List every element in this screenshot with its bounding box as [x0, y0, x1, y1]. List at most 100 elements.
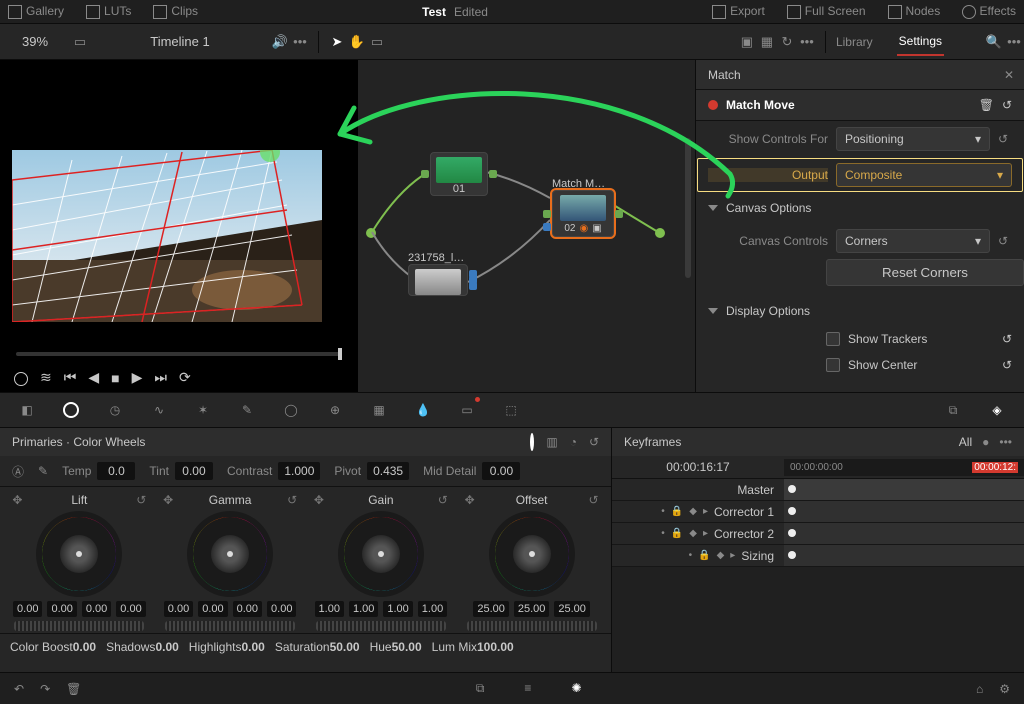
- graph-input-dot[interactable]: [366, 228, 376, 238]
- saturation-value[interactable]: 50.00: [330, 640, 360, 654]
- wheel-value[interactable]: 0.00: [47, 601, 76, 617]
- undo-icon[interactable]: ↶: [14, 682, 24, 696]
- wheel-value[interactable]: 0.00: [13, 601, 42, 617]
- play-button[interactable]: ▶: [132, 369, 143, 386]
- kf-options-icon[interactable]: •••: [999, 435, 1012, 449]
- bars-mode-icon[interactable]: ▥: [546, 435, 557, 449]
- show-center-reset-icon[interactable]: ↺: [1002, 358, 1012, 372]
- magic-mask-icon[interactable]: ▦: [368, 399, 390, 421]
- kf-chevron-icon[interactable]: ▸: [703, 528, 708, 539]
- keyframes-panel-icon[interactable]: ◈: [986, 399, 1008, 421]
- graph-output-dot[interactable]: [655, 228, 665, 238]
- layers-icon[interactable]: ≋: [40, 369, 52, 386]
- color-wheel[interactable]: [36, 511, 122, 597]
- lummix-value[interactable]: 100.00: [477, 640, 514, 654]
- kf-expand-icon[interactable]: •: [661, 528, 665, 539]
- blur-icon[interactable]: 💧: [412, 399, 434, 421]
- color-wheel[interactable]: [489, 511, 575, 597]
- canvas-controls-dropdown[interactable]: Corners▾: [836, 229, 990, 253]
- viewer-scrubber[interactable]: [16, 352, 342, 356]
- pointer-tool-icon[interactable]: ➤: [327, 32, 347, 52]
- tab-gallery[interactable]: Gallery: [8, 4, 64, 19]
- shadows-value[interactable]: 0.00: [155, 640, 178, 654]
- viewer-options-icon[interactable]: •••: [290, 32, 310, 52]
- wheel-reset-icon[interactable]: ↺: [438, 493, 448, 507]
- kf-ruler[interactable]: 00:00:00:0000:00:12:: [784, 459, 1024, 476]
- fx-bypass-icon[interactable]: [14, 369, 28, 385]
- tab-nodes[interactable]: Nodes: [888, 4, 941, 19]
- node-graph[interactable]: 01 Match M… 02 ◉ ▣ 231758_l…: [358, 60, 696, 392]
- hand-tool-icon[interactable]: ✋: [347, 32, 367, 52]
- ext-clip-node[interactable]: [408, 264, 468, 296]
- wheel-picker-icon[interactable]: ✥: [314, 493, 324, 507]
- node-01[interactable]: 01: [430, 152, 488, 196]
- viewer-zoom[interactable]: 39%: [0, 34, 70, 49]
- pick-white-icon[interactable]: ✎: [38, 464, 48, 478]
- wheel-picker-icon[interactable]: ✥: [163, 493, 173, 507]
- wheel-value[interactable]: 0.00: [267, 601, 296, 617]
- delete-icon[interactable]: 🗑: [66, 682, 81, 696]
- hdr-wheels-icon[interactable]: ◷: [104, 399, 126, 421]
- reset-corners-button[interactable]: Reset Corners: [826, 259, 1024, 286]
- wheel-value[interactable]: 1.00: [383, 601, 412, 617]
- show-controls-reset-icon[interactable]: ↺: [998, 132, 1012, 146]
- wheel-jog[interactable]: [467, 621, 597, 631]
- kf-diamond-icon[interactable]: ◆: [689, 506, 697, 517]
- kf-diamond-icon[interactable]: ◆: [689, 528, 697, 539]
- stop-button[interactable]: ■: [111, 370, 119, 386]
- tab-export[interactable]: Export: [712, 4, 765, 19]
- show-trackers-checkbox[interactable]: [826, 332, 840, 346]
- kf-track-master[interactable]: [784, 479, 1024, 500]
- canvas-controls-reset-icon[interactable]: ↺: [998, 234, 1012, 248]
- scopes-icon[interactable]: ⧉: [942, 399, 964, 421]
- step-back-button[interactable]: ◀: [88, 369, 99, 386]
- keyframes-filter-all[interactable]: All: [959, 435, 972, 449]
- auto-balance-icon[interactable]: Ⓐ: [12, 463, 24, 480]
- go-start-button[interactable]: ⏮: [64, 369, 77, 386]
- page-color-icon[interactable]: ✺: [571, 681, 581, 696]
- picture-icon[interactable]: ▣: [737, 32, 757, 52]
- kf-mode-dot-icon[interactable]: ●: [982, 435, 989, 449]
- node-options-icon[interactable]: •••: [797, 32, 817, 52]
- warper-icon[interactable]: ✶: [192, 399, 214, 421]
- wheel-value[interactable]: 1.00: [349, 601, 378, 617]
- kf-current-tc[interactable]: 00:00:16:17: [612, 456, 784, 478]
- delete-effect-icon[interactable]: 🗑: [979, 98, 994, 112]
- wheel-jog[interactable]: [316, 621, 446, 631]
- tab-library[interactable]: Library: [834, 29, 875, 55]
- pivot-value[interactable]: 0.435: [367, 462, 409, 480]
- display-options-header[interactable]: Display Options: [696, 296, 1024, 326]
- wheel-jog[interactable]: [165, 621, 295, 631]
- kf-chevron-icon[interactable]: ▸: [730, 550, 735, 561]
- layout-icon[interactable]: ▭: [367, 32, 387, 52]
- kf-chevron-icon[interactable]: ▸: [703, 506, 708, 517]
- hue-value[interactable]: 50.00: [392, 640, 422, 654]
- show-controls-dropdown[interactable]: Positioning▾: [836, 127, 990, 151]
- search-icon[interactable]: 🔍: [984, 32, 1004, 52]
- viewer-mode-icon[interactable]: ▭: [70, 32, 90, 52]
- tab-fullscreen[interactable]: Full Screen: [787, 4, 866, 19]
- reset-effect-icon[interactable]: ↺: [1002, 98, 1012, 112]
- wheel-value[interactable]: 25.00: [473, 601, 509, 617]
- wheel-value[interactable]: 0.00: [164, 601, 193, 617]
- clear-search-icon[interactable]: ✕: [1004, 68, 1014, 82]
- kf-track[interactable]: [784, 523, 1024, 544]
- primaries-reset-icon[interactable]: ↺: [589, 435, 599, 449]
- wheel-value[interactable]: 0.00: [233, 601, 262, 617]
- wheel-reset-icon[interactable]: ↺: [136, 493, 146, 507]
- wheel-value[interactable]: 25.00: [514, 601, 550, 617]
- middetail-value[interactable]: 0.00: [482, 462, 520, 480]
- wheel-value[interactable]: 1.00: [418, 601, 447, 617]
- inspector-search-input[interactable]: [706, 67, 1004, 83]
- wheel-reset-icon[interactable]: ↺: [287, 493, 297, 507]
- tint-value[interactable]: 0.00: [175, 462, 213, 480]
- kf-diamond-icon[interactable]: ◆: [717, 550, 725, 561]
- wheel-jog[interactable]: [14, 621, 144, 631]
- tracker-icon[interactable]: ⊕: [324, 399, 346, 421]
- wheel-picker-icon[interactable]: ✥: [12, 493, 22, 507]
- viewer-canvas[interactable]: [12, 150, 322, 322]
- page-edit-icon[interactable]: ≡: [524, 681, 531, 696]
- wheel-reset-icon[interactable]: ↺: [589, 493, 599, 507]
- contrast-value[interactable]: 1.000: [278, 462, 320, 480]
- colorboost-value[interactable]: 0.00: [73, 640, 96, 654]
